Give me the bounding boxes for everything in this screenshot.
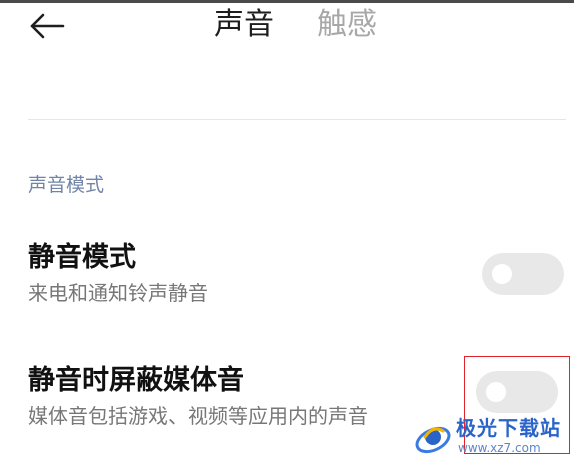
setting-subtitle: 媒体音包括游戏、视频等应用内的声音 <box>28 404 368 428</box>
toggle-knob <box>492 264 512 284</box>
setting-subtitle: 来电和通知铃声静音 <box>28 281 208 305</box>
header: 声音 触感 <box>0 0 574 60</box>
back-button[interactable] <box>26 8 68 44</box>
section-title-sound-mode: 声音模式 <box>28 174 105 196</box>
setting-title: 静音时屏蔽媒体音 <box>28 365 244 396</box>
arrow-left-icon <box>30 13 65 39</box>
mute-mode-toggle[interactable] <box>482 253 564 295</box>
mute-media-toggle[interactable] <box>476 371 558 413</box>
sound-settings-screen: 声音 触感 声音模式 静音模式 来电和通知铃声静音 静音时屏蔽媒体音 媒体音包括… <box>0 0 574 467</box>
setting-row-mute-media[interactable]: 静音时屏蔽媒体音 媒体音包括游戏、视频等应用内的声音 <box>0 355 574 445</box>
setting-row-mute-mode[interactable]: 静音模式 来电和通知铃声静音 <box>0 232 574 322</box>
toggle-knob <box>486 382 506 402</box>
tab-sound[interactable]: 声音 <box>214 4 274 46</box>
divider <box>28 119 566 120</box>
setting-title: 静音模式 <box>28 242 136 273</box>
tab-haptic[interactable]: 触感 <box>317 4 377 46</box>
